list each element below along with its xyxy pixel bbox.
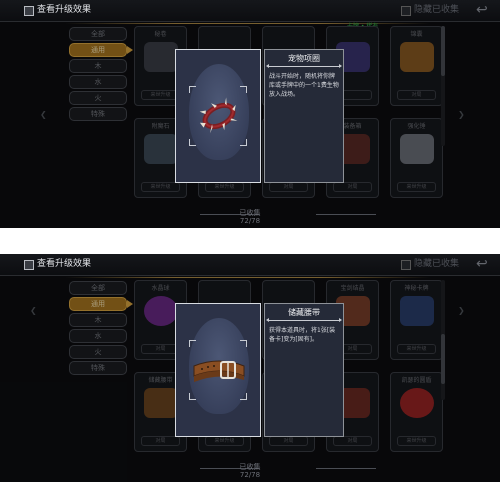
view-upgrade-checkbox[interactable] bbox=[24, 260, 34, 270]
header-title: 查看升级效果 bbox=[37, 259, 92, 269]
frame-corner bbox=[189, 393, 196, 400]
collected-label: 已收集 bbox=[239, 209, 261, 217]
frame-corner bbox=[189, 139, 196, 146]
collected-count: 72/78 bbox=[239, 471, 261, 479]
title-divider bbox=[266, 318, 342, 322]
game-panel-top: 查看升级效果 隐藏已收集 ↩ 卡牌 • 稀有 全部 通用 木 水 火 特殊 ❮ … bbox=[0, 0, 500, 228]
relic-detail-panel: 宠物项圈 战斗开始时，随机将你牌库或手牌中的一个1费生物放入战场。 bbox=[264, 49, 344, 183]
relic-description: 战斗开始时，随机将你牌库或手牌中的一个1费生物放入战场。 bbox=[269, 73, 339, 98]
hide-collected-label: 隐藏已收集 bbox=[414, 5, 460, 15]
frame-corner bbox=[240, 340, 247, 347]
back-arrow-icon[interactable]: ↩ bbox=[476, 3, 496, 17]
header-bar: 查看升级效果 隐藏已收集 ↩ bbox=[0, 0, 500, 22]
frame-corner bbox=[189, 340, 196, 347]
collection-counter: 已收集 72/78 bbox=[0, 209, 500, 225]
relic-title: 储藏腰带 bbox=[288, 308, 320, 317]
frame-corner bbox=[240, 86, 247, 93]
game-panel-bottom: 查看升级效果 隐藏已收集 ↩ 全部 通用 木 水 火 特殊 ❮ ❯ 水晶球 对局… bbox=[0, 254, 500, 482]
spiked-collar-icon bbox=[199, 97, 238, 134]
collected-label: 已收集 bbox=[239, 463, 261, 471]
collection-counter: 已收集 72/78 bbox=[0, 463, 500, 479]
relic-title: 宠物项圈 bbox=[288, 54, 320, 63]
title-divider bbox=[266, 64, 342, 68]
hide-collected-checkbox[interactable] bbox=[401, 260, 411, 270]
view-upgrade-checkbox[interactable] bbox=[24, 6, 34, 16]
header-bar: 查看升级效果 隐藏已收集 ↩ bbox=[0, 254, 500, 276]
relic-detail-panel: 储藏腰带 获得本道具时，将1张[装备卡]变为[固有]。 bbox=[264, 303, 344, 437]
leather-belt-icon bbox=[193, 360, 245, 382]
frame-corner bbox=[189, 86, 196, 93]
header-title: 查看升级效果 bbox=[37, 5, 92, 15]
collected-count: 72/78 bbox=[239, 217, 261, 225]
relic-description: 获得本道具时，将1张[装备卡]变为[固有]。 bbox=[269, 327, 336, 343]
relic-detail-image bbox=[175, 49, 261, 183]
hide-collected-checkbox[interactable] bbox=[401, 6, 411, 16]
frame-corner bbox=[240, 393, 247, 400]
hide-collected-label: 隐藏已收集 bbox=[414, 259, 460, 269]
relic-detail-image bbox=[175, 303, 261, 437]
back-arrow-icon[interactable]: ↩ bbox=[476, 257, 496, 271]
frame-corner bbox=[240, 139, 247, 146]
